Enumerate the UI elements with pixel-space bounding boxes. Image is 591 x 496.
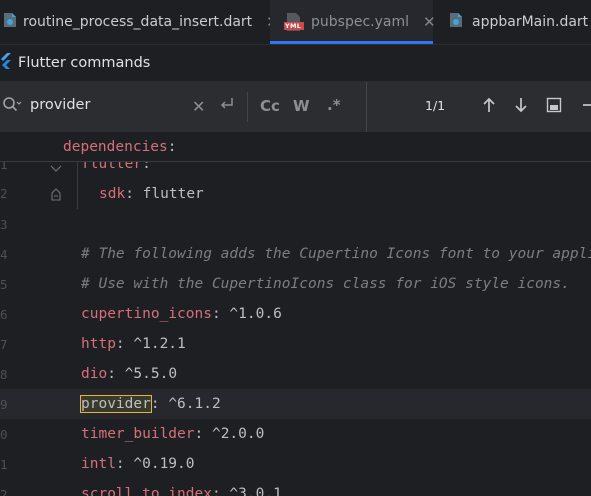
- new-line-icon[interactable]: [219, 96, 235, 116]
- code-line: intl: ^0.19.0: [81, 456, 195, 472]
- flutter-commands-label: Flutter commands: [18, 55, 151, 71]
- dependency-version: ^0.19.0: [133, 456, 195, 472]
- dependency-name: cupertino_icons: [81, 306, 212, 322]
- line-number: 1: [0, 457, 8, 472]
- dependency-version: ^2.0.0: [211, 426, 265, 442]
- tab-appbar-main[interactable]: appbarMain.dart: [449, 0, 591, 44]
- regex-toggle[interactable]: .*: [327, 96, 341, 114]
- sticky-scope-header[interactable]: dependencies:: [0, 133, 591, 162]
- whole-word-toggle[interactable]: W: [293, 97, 310, 115]
- code-line: http: ^1.2.1: [81, 336, 186, 352]
- code-line: sdk: flutter: [99, 186, 204, 202]
- code-line: provider: ^6.1.2: [80, 395, 221, 413]
- yaml-value: flutter: [142, 186, 204, 202]
- dependency-version: ^5.5.0: [124, 366, 178, 382]
- code-editor[interactable]: 0 1 2 3 4 5 6 7 8 9 0 1 2 flutter: sdk: …: [0, 133, 591, 496]
- dependency-version: ^1.0.6: [229, 306, 282, 322]
- line-number: 9: [0, 397, 8, 412]
- search-icon[interactable]: [2, 96, 22, 116]
- code-line: # The following adds the Cupertino Icons…: [81, 239, 591, 269]
- search-input[interactable]: [30, 97, 180, 113]
- fold-icon[interactable]: [50, 163, 62, 179]
- line-number: 5: [0, 277, 8, 292]
- dependency-version: ^6.1.2: [168, 396, 221, 412]
- dependency-name: dio: [81, 366, 108, 382]
- line-number: 4: [0, 247, 8, 262]
- flutter-commands-bar[interactable]: Flutter commands: [0, 45, 591, 82]
- find-in-file-bar: ✕ Cc W .* 1/1: [0, 82, 591, 133]
- search-match-highlight: provider: [80, 395, 152, 413]
- dart-file-icon: [449, 12, 463, 32]
- tab-label: pubspec.yaml: [311, 14, 409, 30]
- line-number: 2: [0, 186, 8, 201]
- yaml-file-icon: YML: [284, 13, 304, 31]
- tab-pubspec-yaml[interactable]: YML pubspec.yaml ✕: [270, 0, 436, 44]
- line-number: 7: [0, 337, 8, 352]
- next-occurrence-icon[interactable]: [513, 96, 529, 118]
- divider: [247, 92, 248, 122]
- line-number: 2: [0, 487, 8, 496]
- select-all-occurrences-icon[interactable]: [546, 97, 562, 117]
- dependency-version: ^1.2.1: [133, 336, 186, 352]
- match-count: 1/1: [425, 98, 446, 113]
- line-number: 3: [0, 217, 8, 232]
- dependency-name: scroll_to_index: [81, 486, 212, 496]
- indent-guide: [77, 161, 78, 209]
- line-number: 8: [0, 367, 8, 382]
- code-line: dio: ^5.5.0: [81, 366, 178, 382]
- clear-search-icon[interactable]: ✕: [192, 97, 205, 116]
- dependency-name: timer_builder: [81, 426, 195, 442]
- code-line: cupertino_icons: ^1.0.6: [81, 306, 282, 322]
- dependency-name: intl: [81, 456, 116, 472]
- dart-file-icon: [3, 12, 17, 32]
- flutter-icon: [0, 53, 12, 73]
- previous-occurrence-icon[interactable]: [481, 96, 497, 118]
- tab-label: routine_process_data_insert.dart: [23, 14, 253, 30]
- yaml-key: dependencies: [63, 139, 168, 155]
- tab-label: appbarMain.dart: [472, 14, 589, 30]
- tab-routine-process-data-insert[interactable]: routine_process_data_insert.dart ✕: [0, 0, 279, 44]
- close-icon[interactable]: ✕: [423, 13, 436, 31]
- dependency-version: ^3.0.1: [229, 486, 282, 496]
- line-number: 0: [0, 427, 8, 442]
- code-line: dependencies:: [63, 139, 177, 155]
- code-line: # Use with the CupertinoIcons class for …: [81, 269, 570, 299]
- code-line: scroll_to_index: ^3.0.1: [81, 479, 282, 496]
- editor-tab-bar: routine_process_data_insert.dart ✕ YML p…: [0, 0, 591, 45]
- yaml-key: sdk: [99, 186, 126, 202]
- code-comment: # Use with the CupertinoIcons class for …: [81, 276, 570, 292]
- yaml-badge-text: YML: [285, 22, 302, 30]
- match-case-toggle[interactable]: Cc: [260, 97, 280, 115]
- code-comment: # The following adds the Cupertino Icons…: [81, 246, 591, 262]
- dependency-name: http: [81, 336, 116, 352]
- code-line: timer_builder: ^2.0.0: [81, 426, 265, 442]
- fold-end-icon[interactable]: [51, 187, 61, 205]
- divider: [366, 82, 367, 132]
- line-number: 6: [0, 307, 8, 322]
- filter-icon[interactable]: [583, 97, 591, 117]
